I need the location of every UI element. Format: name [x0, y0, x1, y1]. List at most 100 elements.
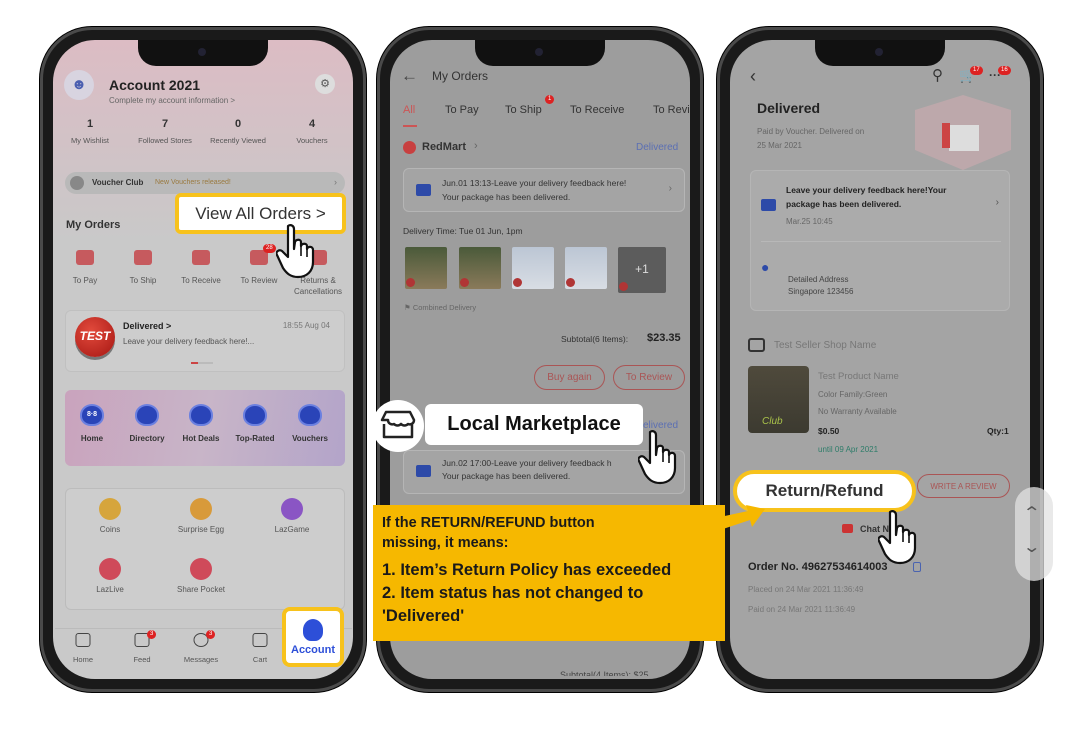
nav-icon-home[interactable]: [75, 633, 91, 647]
promo-label[interactable]: Hot Deals: [183, 434, 220, 443]
shop-icon: [748, 338, 765, 352]
callout-line2: missing, it means:: [382, 535, 509, 551]
service-label[interactable]: Share Pocket: [177, 585, 225, 594]
nav-messages[interactable]: Messages: [184, 655, 218, 664]
truck-icon: [416, 465, 431, 477]
feedback-line1[interactable]: Leave your delivery feedback here!Your: [786, 185, 946, 195]
nav-feed[interactable]: Feed: [133, 655, 150, 664]
delivery-feedback-card[interactable]: Jun.01 13:13-Leave your delivery feedbac…: [403, 168, 685, 212]
store-name[interactable]: RedMart: [422, 141, 466, 153]
nav-account-highlight[interactable]: Account: [282, 607, 344, 667]
promo-icon[interactable]: [298, 404, 322, 426]
order-tab-3[interactable]: To Review: [241, 276, 278, 285]
search-icon[interactable]: ⚲: [932, 66, 943, 84]
scroll-control[interactable]: ⌃ ⌄: [1015, 487, 1053, 581]
service-label[interactable]: Coins: [100, 525, 120, 534]
product-thumbnail[interactable]: [512, 247, 554, 289]
nav-account[interactable]: Account: [291, 644, 335, 656]
tab-0[interactable]: All: [403, 104, 415, 116]
shop-icon-circle: [372, 400, 424, 452]
nav-icon-cart[interactable]: [252, 633, 268, 647]
product-thumbnail[interactable]: [565, 247, 607, 289]
buy-again-button[interactable]: Buy again: [534, 365, 605, 390]
nav-home[interactable]: Home: [73, 655, 93, 664]
shop-name[interactable]: Test Seller Shop Name: [774, 340, 876, 351]
service-icon[interactable]: [99, 558, 121, 580]
product-warranty: No Warranty Available: [818, 407, 897, 416]
promo-label[interactable]: Top-Rated: [236, 434, 275, 443]
stat-label[interactable]: Recently Viewed: [210, 136, 266, 145]
pointer-hand-icon: [638, 428, 690, 486]
order-tab-icon[interactable]: [134, 250, 152, 265]
promo-label[interactable]: Home: [81, 434, 103, 443]
callout-line1: If the RETURN/REFUND button: [382, 515, 595, 531]
feedback-line2[interactable]: package has been delivered.: [786, 199, 901, 209]
voucher-club-bar[interactable]: Voucher Club New Vouchers released! ›: [65, 172, 345, 194]
stat-value[interactable]: 0: [235, 118, 241, 130]
promo-icon[interactable]: [189, 404, 213, 426]
account-subtitle[interactable]: Complete my account information >: [109, 96, 235, 105]
promo-icon[interactable]: [135, 404, 159, 426]
order-tab-2[interactable]: To Receive: [181, 276, 221, 285]
address-line2: Singapore 123456: [788, 287, 854, 296]
service-icon[interactable]: [99, 498, 121, 520]
back-icon[interactable]: ‹: [750, 66, 756, 87]
local-marketplace-label: Local Marketplace: [425, 404, 643, 445]
stat-value[interactable]: 4: [309, 118, 315, 130]
order-tab-0[interactable]: To Pay: [73, 276, 97, 285]
product-thumbnail[interactable]: +1: [618, 247, 666, 293]
promo-icon[interactable]: 8·8: [80, 404, 104, 426]
scroll-up-icon[interactable]: ⌃: [1022, 503, 1041, 523]
service-icon[interactable]: [190, 558, 212, 580]
redmart-logo: [403, 141, 416, 154]
service-label[interactable]: LazGame: [275, 525, 310, 534]
gear-icon[interactable]: ⚙: [315, 74, 335, 94]
promo-icon[interactable]: [243, 404, 267, 426]
tab-1[interactable]: To Pay: [445, 104, 479, 116]
order-status-title: Delivered: [757, 100, 821, 116]
product-name[interactable]: Test Product Name: [818, 371, 899, 382]
notch: [138, 40, 268, 66]
scroll-down-icon[interactable]: ⌄: [1022, 537, 1041, 557]
nav-cart[interactable]: Cart: [253, 655, 267, 664]
delivered-order-card[interactable]: TEST Delivered > 18:55 Aug 04 Leave your…: [65, 310, 345, 372]
order-tab-1[interactable]: To Ship: [130, 276, 157, 285]
chevron-right-icon: ›: [474, 140, 478, 152]
service-icon[interactable]: [190, 498, 212, 520]
active-tab-underline: [403, 125, 417, 127]
product-thumbnail[interactable]: [459, 247, 501, 289]
service-icon[interactable]: [281, 498, 303, 520]
back-arrow-icon[interactable]: ←: [401, 66, 418, 86]
chevron-right-icon: ›: [668, 183, 672, 194]
promo-label[interactable]: Directory: [129, 434, 164, 443]
feedback-time: Mar.25 10:45: [786, 217, 833, 226]
tab-4[interactable]: To Revi: [653, 104, 690, 116]
order-tab-icon[interactable]: [192, 250, 210, 265]
write-review-button[interactable]: WRITE A REVIEW: [917, 474, 1010, 498]
stat-value[interactable]: 1: [87, 118, 93, 130]
callout-arrow: [720, 505, 765, 529]
my-orders-heading: My Orders: [66, 219, 121, 231]
tab-2[interactable]: To Ship: [505, 104, 542, 116]
to-review-button[interactable]: To Review: [613, 365, 685, 390]
more-badge: 16: [998, 66, 1011, 75]
stat-label[interactable]: Vouchers: [296, 136, 327, 145]
service-label[interactable]: Surprise Egg: [178, 525, 224, 534]
stat-value[interactable]: 7: [162, 118, 168, 130]
service-label[interactable]: LazLive: [96, 585, 124, 594]
callout-point1: 1. Item’s Return Policy has exceeded: [382, 561, 672, 579]
tab-3[interactable]: To Receive: [570, 104, 624, 116]
delivered-time: 18:55 Aug 04: [282, 321, 330, 330]
voucher-club-label: Voucher Club: [92, 178, 144, 187]
product-image[interactable]: Club: [748, 366, 809, 433]
product-thumbnail[interactable]: [405, 247, 447, 289]
stat-label[interactable]: My Wishlist: [71, 136, 109, 145]
paid-line2: 25 Mar 2021: [757, 141, 802, 150]
truck-icon: [416, 184, 431, 196]
promo-label[interactable]: Vouchers: [292, 434, 328, 443]
avatar[interactable]: ☻: [64, 70, 94, 100]
feedback2-line1: Jun.02 17:00-Leave your delivery feedbac…: [442, 458, 612, 468]
delivery-time: Delivery Time: Tue 01 Jun, 1pm: [403, 226, 523, 236]
order-tab-icon[interactable]: [76, 250, 94, 265]
stat-label[interactable]: Followed Stores: [138, 136, 192, 145]
